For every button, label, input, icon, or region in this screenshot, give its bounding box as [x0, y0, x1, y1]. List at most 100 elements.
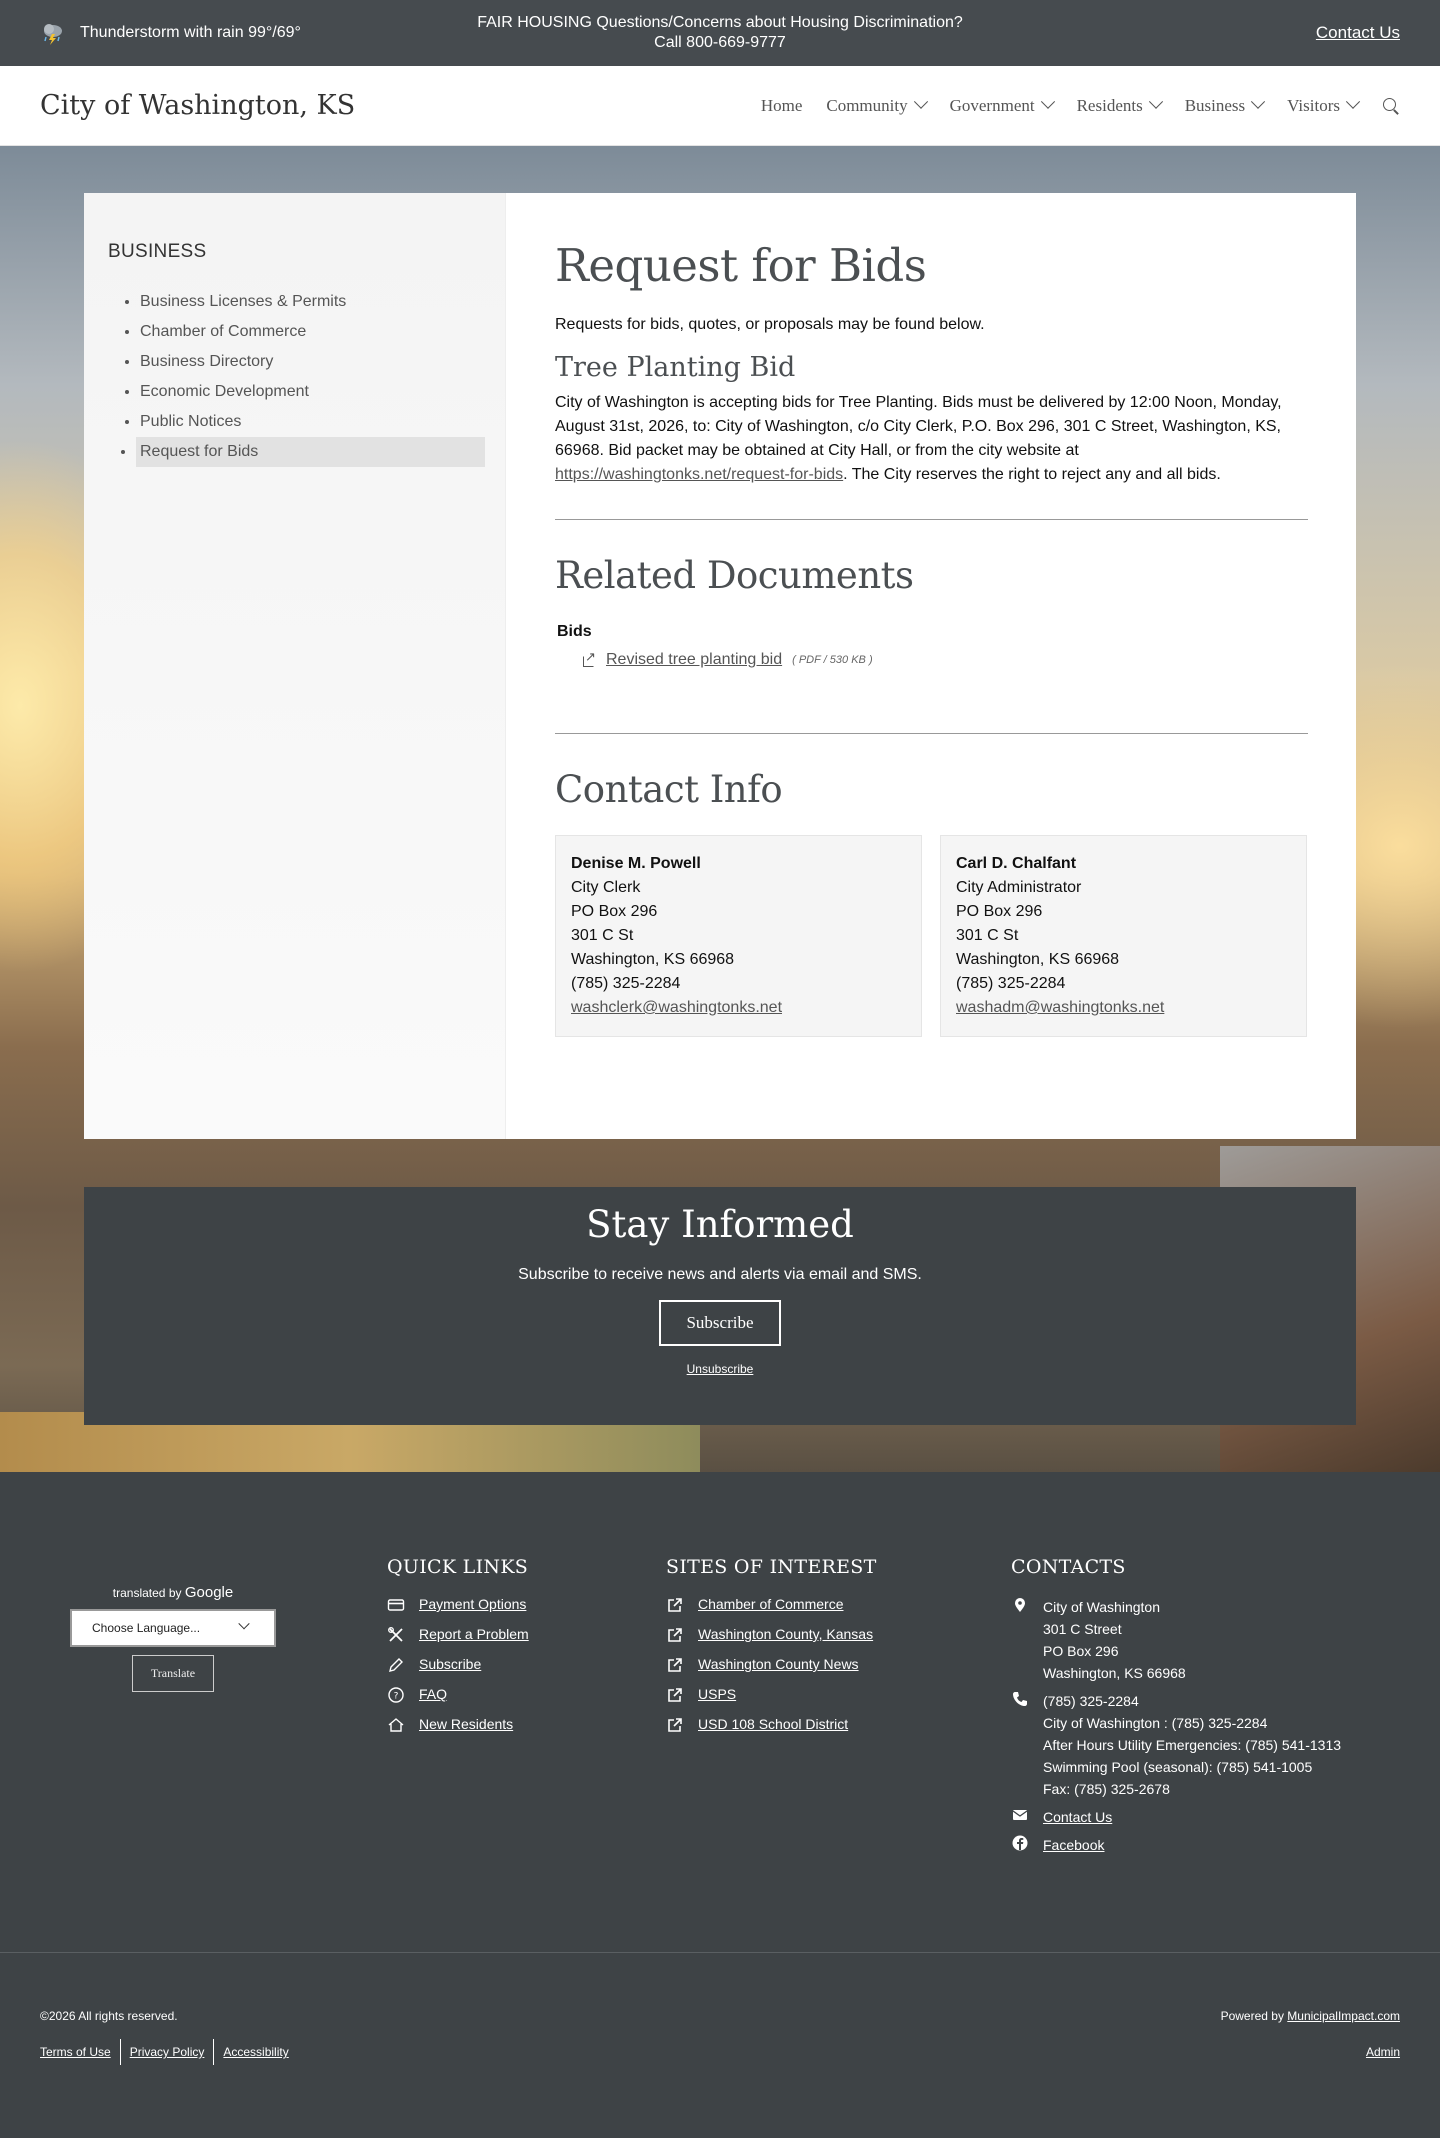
nav-government[interactable]: Government: [950, 94, 1055, 116]
payment-options-link[interactable]: Payment Options: [419, 1596, 526, 1612]
nav-home-label: Home: [760, 95, 803, 115]
sidebar-item-label: Business Directory: [140, 353, 274, 370]
contact-city: Washington, KS 66968: [956, 951, 1120, 968]
terms-link[interactable]: Terms of Use: [40, 2039, 120, 2065]
bid-link[interactable]: https://washingtonks.net/request-for-bid…: [555, 466, 843, 483]
nav-visitors-label: Visitors: [1287, 95, 1340, 115]
phone-lines: (785) 325-2284 City of Washington : (785…: [1043, 1690, 1341, 1800]
translate-button[interactable]: Translate: [131, 1655, 215, 1692]
nav-business[interactable]: Business: [1184, 94, 1266, 116]
sidebar-item-label: Public Notices: [140, 413, 242, 430]
sidebar-item-directory[interactable]: Business Directory: [140, 347, 485, 377]
contact-email[interactable]: washadm@washingtonks.net: [956, 999, 1164, 1016]
map-pin-icon: [1015, 1598, 1025, 1612]
subscribe-panel: Stay Informed Subscribe to receive news …: [84, 1187, 1356, 1425]
contact-phone: (785) 325-2284: [571, 975, 681, 992]
weather-widget: Thunderstorm with rain 99°/69°: [40, 20, 380, 46]
external-link-icon: [583, 649, 596, 667]
admin-link[interactable]: Admin: [1366, 2045, 1400, 2059]
document-meta: ( PDF / 530 KB ): [792, 654, 873, 666]
nav-residents-label: Residents: [1076, 95, 1143, 115]
sidebar-list: Business Licenses & Permits Chamber of C…: [108, 287, 485, 467]
nav-community-label: Community: [826, 95, 908, 115]
document-item: Revised tree planting bid ( PDF / 530 KB…: [583, 649, 1308, 669]
contact-email[interactable]: washclerk@washingtonks.net: [571, 999, 782, 1016]
faq-link[interactable]: FAQ: [419, 1686, 447, 1702]
main-nav: Home Community Government Residents Busi…: [761, 94, 1400, 116]
notice-line-2: Call 800-669-9777: [654, 34, 786, 51]
chamber-link[interactable]: Chamber of Commerce: [698, 1596, 844, 1612]
bottom-bar: ©2026 All rights reserved. Terms of Use …: [0, 1952, 1440, 2134]
divider: [555, 519, 1308, 520]
facebook-link[interactable]: Facebook: [1043, 1834, 1104, 1856]
footer-contact-us-link[interactable]: Contact Us: [1043, 1806, 1112, 1828]
contact-us-link[interactable]: Contact Us: [1316, 23, 1400, 42]
subscribe-link[interactable]: Subscribe: [419, 1656, 481, 1672]
thunderstorm-icon: [44, 24, 62, 45]
bid-title: Tree Planting Bid: [555, 352, 796, 383]
sidebar-item-licenses[interactable]: Business Licenses & Permits: [140, 287, 485, 317]
translated-by: translated by Google: [70, 1584, 276, 1601]
washington-county-link[interactable]: Washington County, Kansas: [698, 1626, 873, 1642]
external-link-icon: [668, 1718, 682, 1732]
copyright: ©2026 All rights reserved.: [40, 2009, 178, 2023]
external-link-icon: [668, 1598, 682, 1612]
site-header: City of Washington, KS Home Community Go…: [0, 66, 1440, 146]
quick-link-item: Subscribe: [387, 1656, 529, 1674]
language-select[interactable]: Choose Language...: [70, 1609, 276, 1647]
site-logo[interactable]: City of Washington, KS: [40, 90, 355, 121]
translated-by-label: translated by: [112, 1586, 182, 1600]
usps-link[interactable]: USPS: [698, 1686, 736, 1702]
quick-link-item: ? FAQ: [387, 1686, 529, 1704]
sidebar-item-economic-development[interactable]: Economic Development: [140, 377, 485, 407]
address-lines: City of Washington 301 C Street PO Box 2…: [1043, 1596, 1186, 1684]
nav-visitors[interactable]: Visitors: [1287, 94, 1361, 116]
quick-links: QUICK LINKS Payment Options Report a Pro…: [387, 1556, 529, 1746]
sidebar-item-request-for-bids[interactable]: Request for Bids: [136, 437, 485, 467]
contact-po-box: PO Box 296: [956, 903, 1043, 920]
sites-title: SITES OF INTEREST: [666, 1556, 877, 1578]
powered-by: Powered by MunicipalImpact.com: [1221, 2009, 1400, 2023]
search-icon[interactable]: [1382, 97, 1400, 115]
nav-business-label: Business: [1184, 95, 1246, 115]
facebook-block: Facebook: [1011, 1834, 1341, 1856]
sidebar-item-label: Business Licenses & Permits: [140, 293, 347, 310]
contacts-title: CONTACTS: [1011, 1556, 1126, 1578]
report-problem-link[interactable]: Report a Problem: [419, 1626, 529, 1642]
accessibility-link[interactable]: Accessibility: [213, 2039, 297, 2065]
google-translate: translated by Google Choose Language... …: [70, 1584, 276, 1692]
school-district-link[interactable]: USD 108 School District: [698, 1716, 848, 1732]
nav-community[interactable]: Community: [826, 94, 928, 116]
sites-of-interest: SITES OF INTEREST Chamber of Commerce Wa…: [666, 1556, 877, 1746]
unsubscribe-link[interactable]: Unsubscribe: [84, 1362, 1356, 1376]
fair-housing-notice: FAIR HOUSING Questions/Concerns about Ho…: [380, 13, 1060, 53]
new-residents-link[interactable]: New Residents: [419, 1716, 513, 1732]
intro-text: Requests for bids, quotes, or proposals …: [555, 316, 985, 333]
site-footer: translated by Google Choose Language... …: [0, 1472, 1440, 1952]
subscribe-button[interactable]: Subscribe: [659, 1300, 781, 1346]
document-link[interactable]: Revised tree planting bid: [606, 651, 782, 669]
weather-text: Thunderstorm with rain 99°/69°: [80, 24, 301, 41]
envelope-icon: [1012, 1810, 1028, 1820]
contact-po-box: PO Box 296: [571, 903, 658, 920]
contact-city: Washington, KS 66968: [571, 951, 735, 968]
nav-home[interactable]: Home: [761, 96, 803, 116]
nav-residents[interactable]: Residents: [1076, 94, 1163, 116]
language-select-value: Choose Language...: [92, 1621, 201, 1635]
credit-card-icon: [387, 1599, 405, 1611]
sidebar-item-public-notices[interactable]: Public Notices: [140, 407, 485, 437]
section-sidebar: BUSINESS Business Licenses & Permits Cha…: [84, 193, 506, 1139]
svg-text:?: ?: [394, 1692, 399, 1702]
notice-line-1: FAIR HOUSING Questions/Concerns about Ho…: [477, 14, 963, 31]
municipal-impact-link[interactable]: MunicipalImpact.com: [1287, 2009, 1400, 2023]
quick-link-item: Report a Problem: [387, 1626, 529, 1644]
sidebar-item-chamber[interactable]: Chamber of Commerce: [140, 317, 485, 347]
county-news-link[interactable]: Washington County News: [698, 1656, 859, 1672]
sidebar-item-label: Economic Development: [140, 383, 309, 400]
sidebar-item-label: Request for Bids: [140, 443, 259, 460]
privacy-link[interactable]: Privacy Policy: [119, 2039, 214, 2065]
address-line: PO Box 296: [1043, 1643, 1119, 1659]
hero-background: BUSINESS Business Licenses & Permits Cha…: [0, 146, 1440, 1472]
related-documents-title: Related Documents: [555, 554, 914, 597]
contact-info-title: Contact Info: [555, 768, 783, 811]
